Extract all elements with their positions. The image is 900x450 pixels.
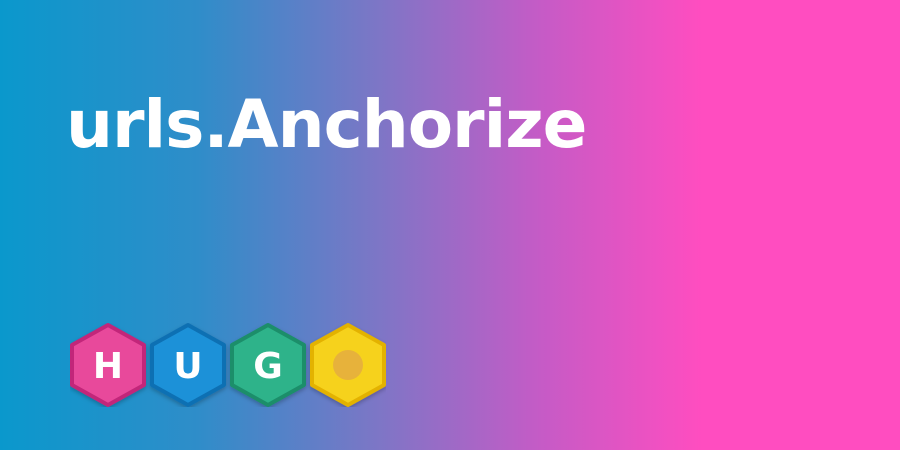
page-title: urls.Anchorize <box>66 86 587 163</box>
hugo-letter-u: U <box>173 346 202 387</box>
hugo-letter-h-hexagon: H <box>70 323 146 407</box>
hugo-social-card: urls.Anchorize H U G O <box>0 0 900 450</box>
hugo-letter-u-hexagon: U <box>150 323 226 407</box>
hugo-letter-o-hexagon: O <box>310 323 386 407</box>
hugo-letter-h: H <box>93 346 123 387</box>
hugo-letter-g: G <box>253 346 283 387</box>
hugo-letter-o: O <box>333 346 364 387</box>
hugo-logo: H U G O <box>70 323 386 407</box>
hugo-letter-g-hexagon: G <box>230 323 306 407</box>
